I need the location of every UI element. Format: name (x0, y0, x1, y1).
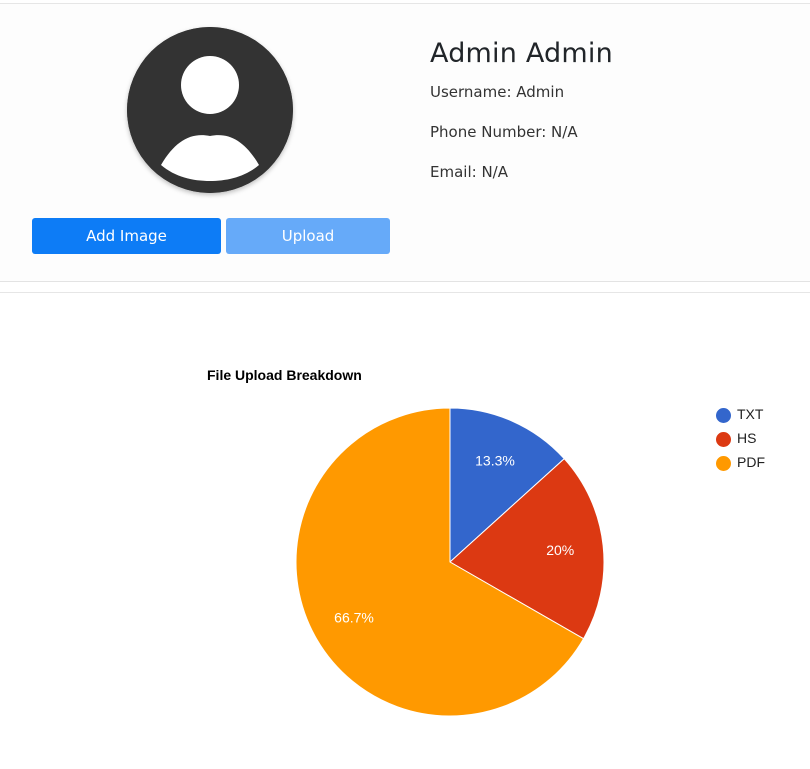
legend-label: TXT (737, 406, 764, 422)
pie-slice-label-txt: 13.3% (475, 453, 515, 469)
pie-slice-label-pdf: 66.7% (334, 610, 374, 626)
legend-swatch (716, 408, 731, 423)
legend-swatch (716, 456, 731, 471)
legend-label: PDF (737, 454, 765, 470)
legend-item-pdf[interactable]: PDF (716, 453, 806, 473)
pie-chart: 13.3% 20% 66.7% (295, 407, 605, 717)
legend-swatch (716, 432, 731, 447)
legend-label: HS (737, 430, 757, 446)
legend-item-hs[interactable]: HS (716, 429, 806, 449)
pie-slice-label-hs: 20% (546, 542, 574, 558)
legend-item-txt[interactable]: TXT (716, 405, 806, 425)
